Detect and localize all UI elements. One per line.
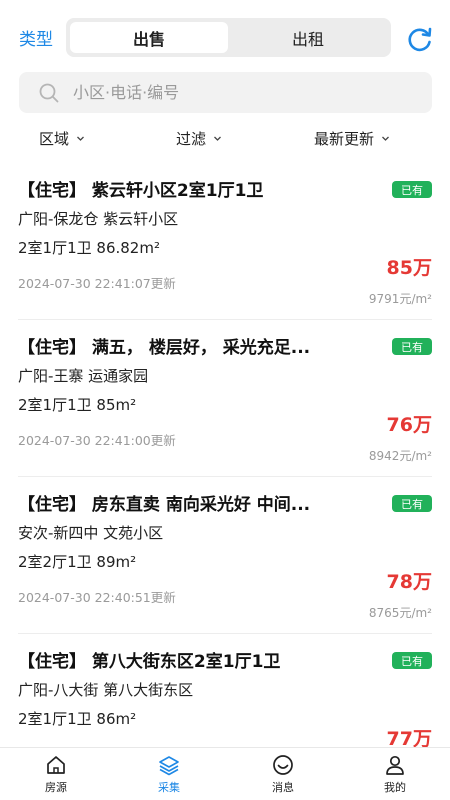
listing-spec: 2室1厅1卫 86m² (18, 710, 137, 728)
listing-title: 【住宅】 房东直卖 南向采光好 中间... (18, 495, 311, 515)
listing-updated: 2024-07-30 22:41:00更新 (18, 433, 176, 448)
listing-item[interactable]: 【住宅】 第八大街东区2室1厅1卫 已有 广阳-八大街 第八大街东区 2室1厅1… (18, 634, 432, 747)
user-icon (386, 755, 404, 775)
search-bar (19, 72, 432, 113)
nav-item-listings[interactable]: 房源 (21, 754, 91, 798)
listing-location: 广阳-王寨 运通家园 (18, 367, 149, 385)
listing-title: 【住宅】 满五， 楼层好， 采光充足... (18, 338, 311, 358)
search-icon (38, 82, 60, 104)
listing-spec: 2室1厅1卫 86.82m² (18, 239, 160, 257)
nav-label: 消息 (272, 781, 294, 794)
listing-updated: 2024-07-30 22:40:51更新 (18, 590, 176, 605)
listing-item[interactable]: 【住宅】 房东直卖 南向采光好 中间... 已有 安次-新四中 文苑小区 2室2… (18, 477, 432, 634)
filter-filter-label: 过滤 (176, 130, 207, 148)
listing-title: 【住宅】 第八大街东区2室1厅1卫 (18, 652, 281, 672)
refresh-icon[interactable] (406, 25, 434, 53)
nav-label: 房源 (45, 781, 67, 794)
tab-sale[interactable]: 出售 (70, 22, 228, 53)
listing-list: 【住宅】 紫云轩小区2室1厅1卫 已有 广阳-保龙仓 紫云轩小区 2室1厅1卫 … (0, 163, 450, 747)
listing-unit-price: 8942元/m² (368, 449, 432, 463)
nav-item-profile[interactable]: 我的 (360, 754, 430, 798)
filter-region-label: 区域 (39, 130, 70, 148)
status-badge: 已有 (392, 495, 432, 512)
filter-sort[interactable]: 最新更新 (314, 128, 390, 149)
nav-label: 我的 (384, 781, 406, 794)
sale-rent-toggle: 出售 出租 (66, 18, 391, 57)
listing-updated: 2024-07-30 22:41:07更新 (18, 276, 176, 291)
filter-filter[interactable]: 过滤 (176, 128, 222, 149)
bottom-nav: 房源 采集 消息 我的 (0, 747, 450, 800)
listing-location: 广阳-八大街 第八大街东区 (18, 681, 194, 699)
nav-item-collect[interactable]: 采集 (134, 754, 204, 798)
listing-price: 85万 (386, 257, 432, 279)
layers-icon (159, 756, 179, 776)
listing-unit-price: 9791元/m² (368, 292, 432, 306)
smiley-icon (273, 755, 293, 775)
listing-spec: 2室1厅1卫 85m² (18, 396, 137, 414)
listing-location: 安次-新四中 文苑小区 (18, 524, 164, 542)
status-badge: 已有 (392, 338, 432, 355)
listing-spec: 2室2厅1卫 89m² (18, 553, 137, 571)
listing-item[interactable]: 【住宅】 紫云轩小区2室1厅1卫 已有 广阳-保龙仓 紫云轩小区 2室1厅1卫 … (18, 163, 432, 320)
filter-sort-label: 最新更新 (314, 130, 375, 148)
listing-location: 广阳-保龙仓 紫云轩小区 (18, 210, 179, 228)
search-input[interactable] (73, 72, 413, 113)
chevron-down-icon (382, 136, 389, 141)
listing-price: 78万 (386, 571, 432, 593)
chevron-down-icon (77, 136, 84, 141)
listing-price: 76万 (386, 414, 432, 436)
listing-item[interactable]: 【住宅】 满五， 楼层好， 采光充足... 已有 广阳-王寨 运通家园 2室1厅… (18, 320, 432, 477)
type-selector[interactable]: 类型 (19, 25, 53, 50)
status-badge: 已有 (392, 652, 432, 669)
nav-label: 采集 (158, 781, 180, 794)
filter-region[interactable]: 区域 (39, 128, 85, 149)
listing-price: 77万 (386, 728, 432, 747)
nav-item-messages[interactable]: 消息 (248, 754, 318, 798)
filter-bar: 区域 过滤 最新更新 (0, 122, 450, 156)
top-bar: 类型 出售 出租 (0, 0, 450, 70)
status-badge: 已有 (392, 181, 432, 198)
tab-rent[interactable]: 出租 (229, 22, 387, 53)
home-icon (47, 756, 65, 774)
chevron-down-icon (214, 136, 221, 141)
listing-title: 【住宅】 紫云轩小区2室1厅1卫 (18, 181, 264, 201)
listing-unit-price: 8765元/m² (368, 606, 432, 620)
